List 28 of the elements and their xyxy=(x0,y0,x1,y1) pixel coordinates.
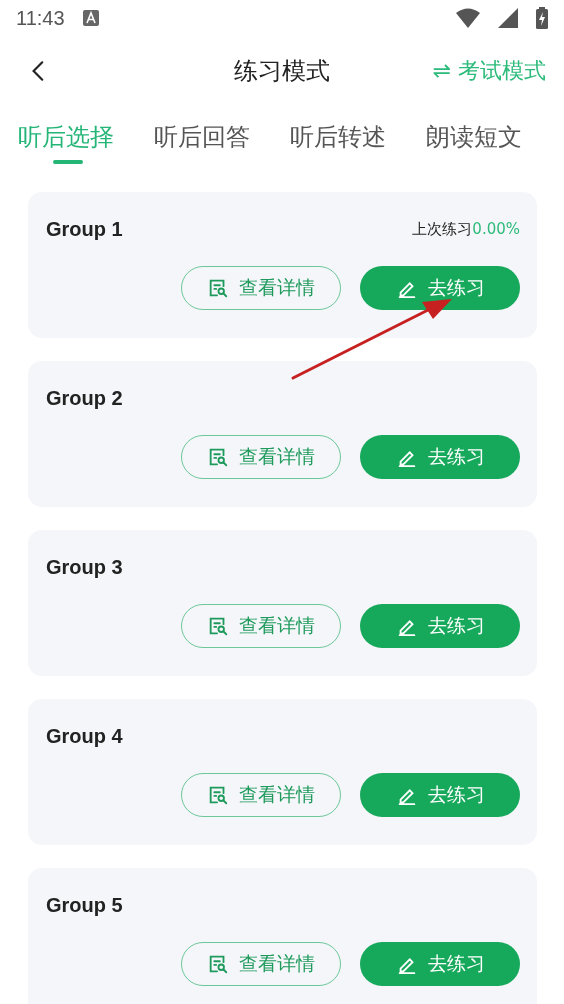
battery-icon xyxy=(536,7,548,29)
document-search-icon xyxy=(207,953,229,975)
exam-mode-link[interactable]: ⇌ 考试模式 xyxy=(432,56,546,86)
document-search-icon xyxy=(207,615,229,637)
practice-button[interactable]: 去练习 xyxy=(360,435,520,479)
tab[interactable]: 听后转述 xyxy=(290,106,394,168)
practice-button[interactable]: 去练习 xyxy=(360,942,520,986)
group-title: Group 3 xyxy=(46,555,123,579)
document-search-icon xyxy=(207,446,229,468)
practice-button[interactable]: 去练习 xyxy=(360,604,520,648)
document-search-icon xyxy=(207,277,229,299)
document-search-icon xyxy=(207,784,229,806)
group-title: Group 2 xyxy=(46,386,123,410)
group-title: Group 1 xyxy=(46,217,123,241)
practice-button[interactable]: 去练习 xyxy=(360,773,520,817)
notification-icon xyxy=(82,10,99,26)
page-title: 练习模式 xyxy=(234,56,330,87)
group-title: Group 5 xyxy=(46,893,123,917)
tab[interactable]: 听后回答 xyxy=(154,106,258,168)
tab-indicator xyxy=(53,160,83,164)
signal-icon xyxy=(498,8,518,28)
group-title: Group 4 xyxy=(46,724,123,748)
practice-button[interactable]: 去练习 xyxy=(360,266,520,310)
wifi-icon xyxy=(456,8,480,28)
tab[interactable]: 朗读短文 xyxy=(426,106,530,168)
status-time: 11:43 xyxy=(16,6,65,30)
last-practice-text: 上次练习0.00% xyxy=(412,219,520,239)
tab[interactable]: 听后选择 xyxy=(18,106,122,168)
